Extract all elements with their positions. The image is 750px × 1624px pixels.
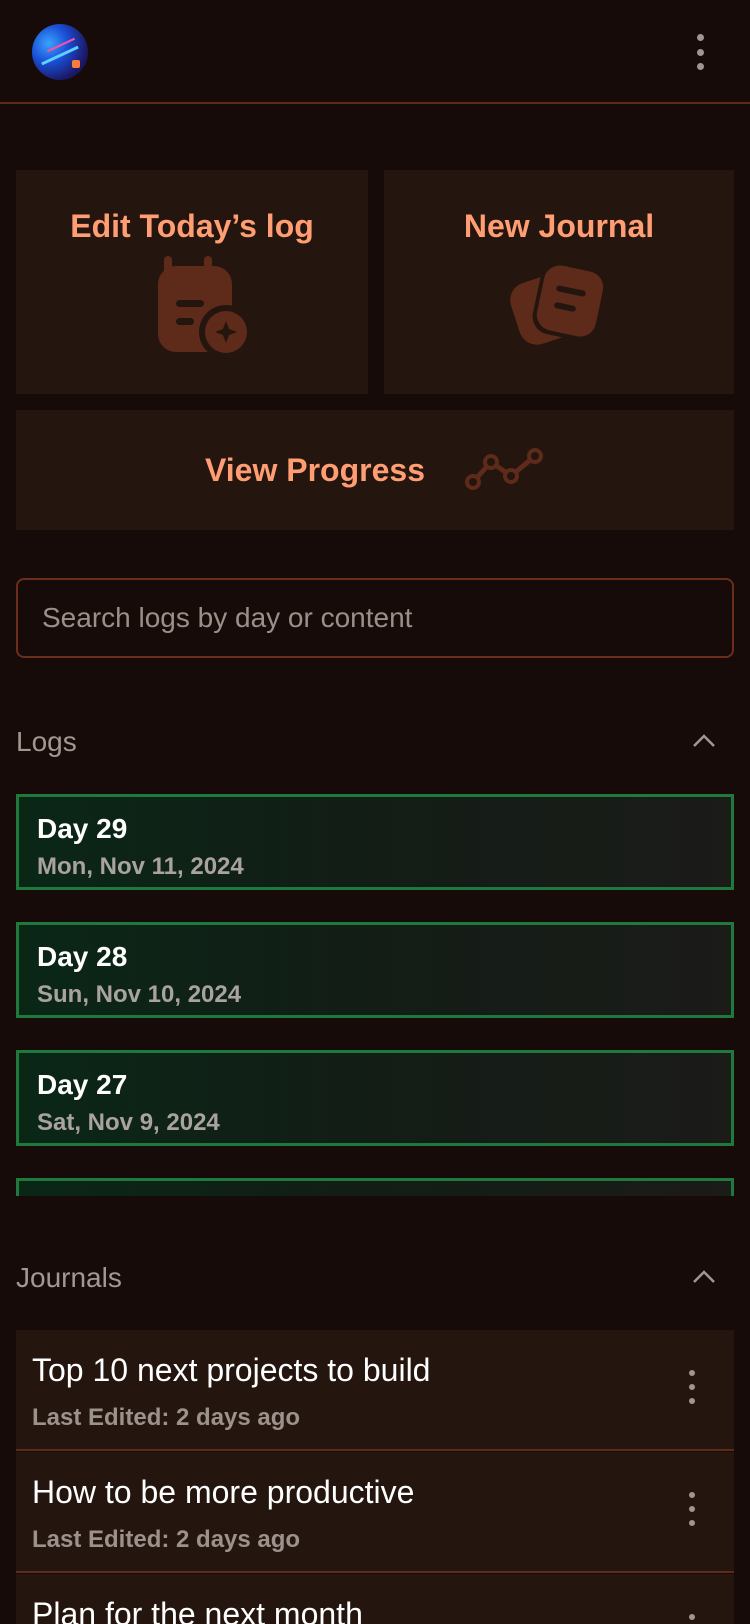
kebab-menu-icon[interactable]	[690, 34, 710, 70]
view-progress-button[interactable]: View Progress	[16, 410, 734, 530]
log-item[interactable]	[16, 1178, 734, 1196]
journal-last-edited: Last Edited: 2 days ago	[32, 1526, 301, 1553]
journal-title: Plan for the next month	[32, 1596, 363, 1624]
edit-todays-log-label: Edit Today’s log	[70, 208, 314, 244]
journal-title: Top 10 next projects to build	[32, 1352, 431, 1388]
top-bar	[0, 0, 750, 104]
calendar-edit-icon	[158, 256, 253, 359]
journal-menu-icon[interactable]	[686, 1370, 698, 1404]
logs-section-title: Logs	[16, 726, 77, 757]
log-item[interactable]: Day 28 Sun, Nov 10, 2024	[16, 922, 734, 1018]
journal-item[interactable]: Plan for the next month	[16, 1574, 734, 1624]
search-input[interactable]	[16, 578, 734, 658]
chevron-up-icon[interactable]	[690, 732, 718, 750]
edit-todays-log-button[interactable]: Edit Today’s log	[16, 170, 368, 394]
log-item[interactable]: Day 29 Mon, Nov 11, 2024	[16, 794, 734, 890]
journal-menu-icon[interactable]	[686, 1492, 698, 1526]
journal-item[interactable]: How to be more productive Last Edited: 2…	[16, 1452, 734, 1573]
journal-item[interactable]: Top 10 next projects to build Last Edite…	[16, 1330, 734, 1451]
logs-list[interactable]: Day 29 Mon, Nov 11, 2024 Day 28 Sun, Nov…	[16, 794, 734, 1196]
journal-notes-icon	[510, 263, 606, 345]
profile-avatar[interactable]	[32, 24, 88, 80]
log-day: Day 29	[37, 813, 128, 844]
app-screen: Edit Today’s log New Journal View Progre…	[0, 0, 750, 1624]
log-date: Sat, Nov 9, 2024	[37, 1109, 220, 1136]
new-journal-label: New Journal	[463, 208, 655, 244]
log-date: Mon, Nov 11, 2024	[37, 853, 244, 880]
journals-section-title: Journals	[16, 1262, 122, 1293]
journal-title: How to be more productive	[32, 1474, 415, 1510]
journal-menu-icon[interactable]	[686, 1614, 698, 1624]
chevron-up-icon[interactable]	[690, 1268, 718, 1286]
new-journal-button[interactable]: New Journal	[384, 170, 734, 394]
log-day: Day 27	[37, 1069, 128, 1100]
log-day: Day 28	[37, 941, 128, 972]
log-item[interactable]: Day 27 Sat, Nov 9, 2024	[16, 1050, 734, 1146]
trend-line-icon	[464, 448, 543, 490]
view-progress-label: View Progress	[205, 451, 425, 488]
journal-last-edited: Last Edited: 2 days ago	[32, 1404, 301, 1431]
log-date: Sun, Nov 10, 2024	[37, 981, 242, 1008]
